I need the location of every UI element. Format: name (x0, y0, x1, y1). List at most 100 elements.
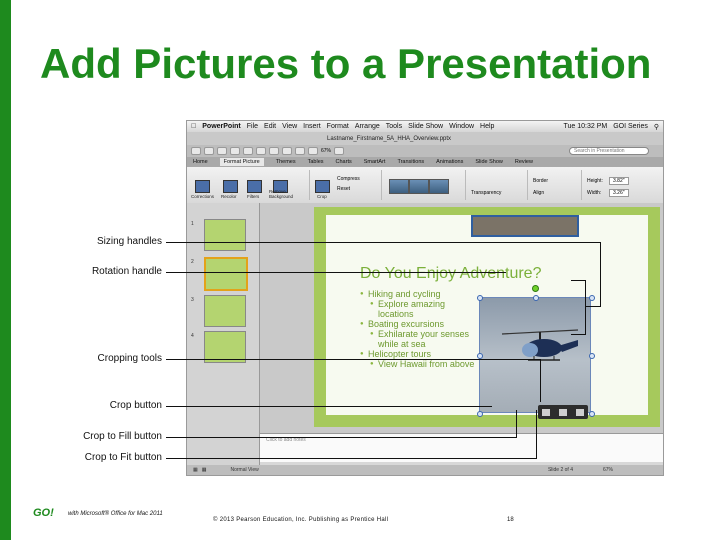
tab-format-picture[interactable]: Format Picture (219, 158, 264, 166)
leader-line (571, 334, 586, 335)
slide-number: 3 (191, 297, 194, 303)
picture-style-1[interactable] (389, 179, 409, 194)
current-slide[interactable]: Do You Enjoy Adventure? Hiking and cycli… (314, 207, 660, 427)
tab-themes[interactable]: Themes (276, 159, 296, 165)
crop-to-fit-button[interactable] (575, 408, 584, 416)
leader-line (516, 410, 517, 438)
callout-crop-button: Crop button (109, 400, 162, 411)
callout-rotation-handle: Rotation handle (91, 266, 162, 277)
powerpoint-screenshot:  PowerPoint File Edit View Insert Forma… (186, 120, 664, 476)
slide-thumbnail-1[interactable] (204, 219, 246, 251)
menu-slide-show[interactable]: Slide Show (408, 123, 443, 130)
helicopter-picture[interactable] (479, 297, 591, 413)
print-icon[interactable] (230, 147, 240, 155)
corrections-label: Corrections (191, 194, 215, 199)
insert-shape-icon[interactable] (295, 147, 305, 155)
height-field[interactable]: 3.82" (609, 177, 629, 185)
picture-style-3[interactable] (429, 179, 449, 194)
tab-transitions[interactable]: Transitions (397, 159, 424, 165)
align-button[interactable]: Align (533, 190, 544, 196)
zoom-level[interactable]: 67% (603, 467, 613, 473)
tab-slide-show[interactable]: Slide Show (475, 159, 503, 165)
transparency-label[interactable]: Transparency (471, 190, 501, 196)
slide-heading[interactable]: Do You Enjoy Adventure? (360, 265, 541, 283)
menu-help[interactable]: Help (480, 123, 494, 130)
menu-tools[interactable]: Tools (386, 123, 402, 130)
menu-window[interactable]: Window (449, 123, 474, 130)
menu-format[interactable]: Format (327, 123, 349, 130)
width-label: Width: (587, 190, 602, 196)
leader-line (166, 458, 536, 459)
open-icon[interactable] (204, 147, 214, 155)
corrections-icon[interactable] (195, 180, 210, 193)
help-icon[interactable] (334, 147, 345, 155)
picture-style-2[interactable] (409, 179, 429, 194)
bullet-item: Hiking and cycling (360, 289, 480, 299)
undo-icon[interactable] (243, 147, 253, 155)
redo-icon[interactable] (256, 147, 266, 155)
mac-menubar:  PowerPoint File Edit View Insert Forma… (187, 121, 663, 132)
tab-tables[interactable]: Tables (308, 159, 324, 165)
reset-button[interactable]: Reset (337, 186, 350, 192)
menu-edit[interactable]: Edit (264, 123, 276, 130)
zoom-select[interactable]: 67% (321, 148, 331, 154)
leader-line (166, 437, 516, 438)
tab-animations[interactable]: Animations (436, 159, 463, 165)
callout-crop-to-fill: Crop to Fill button (83, 431, 162, 442)
bullet-item: Boating excursions (360, 319, 480, 329)
apple-icon[interactable]:  (191, 123, 196, 130)
standard-toolbar: 67% Search in Presentation (187, 145, 663, 157)
menubar-user[interactable]: GOI Series (613, 123, 648, 131)
border-button[interactable]: Border (533, 178, 548, 184)
menu-app-name[interactable]: PowerPoint (202, 123, 241, 130)
sizing-handle-bottom-left[interactable] (477, 411, 483, 417)
cropping-tools (538, 405, 588, 419)
slide-thumbnail-2[interactable] (204, 257, 248, 291)
sizing-handle-top-left[interactable] (477, 295, 483, 301)
save-icon[interactable] (217, 147, 227, 155)
filters-icon[interactable] (247, 180, 262, 193)
sizing-handle-right[interactable] (589, 353, 595, 359)
tab-home[interactable]: Home (193, 159, 208, 165)
rotation-handle[interactable] (532, 285, 539, 292)
crop-button[interactable] (542, 408, 551, 416)
insert-picture-icon[interactable] (282, 147, 292, 155)
footer-series-text: with Microsoft® Office for Mac 2011 (68, 511, 163, 517)
leader-line (536, 410, 537, 459)
tab-review[interactable]: Review (515, 159, 533, 165)
sizing-handle-top-right[interactable] (589, 295, 595, 301)
slide-header-image[interactable] (471, 215, 579, 237)
leader-line (571, 280, 586, 281)
insert-table-icon[interactable] (269, 147, 279, 155)
sizing-handle-top[interactable] (533, 295, 539, 301)
sizing-handle-bottom-right[interactable] (589, 411, 595, 417)
normal-view-icon[interactable]: ▦ (193, 467, 198, 473)
media-browser-icon[interactable] (308, 147, 318, 155)
leader-line (585, 280, 586, 334)
footer-copyright: © 2013 Pearson Education, Inc. Publishin… (213, 517, 389, 523)
spotlight-icon[interactable]: ⚲ (654, 123, 659, 131)
bullet-list[interactable]: Hiking and cycling Explore amazing locat… (360, 289, 480, 369)
leader-line (166, 359, 540, 360)
slide-number: 4 (191, 333, 194, 339)
crop-icon[interactable] (315, 180, 330, 193)
search-input[interactable]: Search in Presentation (569, 147, 649, 155)
menu-insert[interactable]: Insert (303, 123, 321, 130)
leader-line (540, 359, 541, 402)
new-icon[interactable] (191, 147, 201, 155)
menu-arrange[interactable]: Arrange (355, 123, 380, 130)
recolor-icon[interactable] (223, 180, 238, 193)
slide-editor: Do You Enjoy Adventure? Hiking and cycli… (260, 203, 663, 433)
menu-file[interactable]: File (247, 123, 258, 130)
slide-sorter-icon[interactable]: ▦ (202, 467, 207, 473)
width-field[interactable]: 3.26" (609, 189, 629, 197)
menu-view[interactable]: View (282, 123, 297, 130)
tab-smartart[interactable]: SmartArt (364, 159, 386, 165)
crop-to-fill-button[interactable] (558, 408, 567, 416)
slide-thumbnail-3[interactable] (204, 295, 246, 327)
tab-charts[interactable]: Charts (336, 159, 352, 165)
ribbon-group-picture-styles (383, 170, 466, 200)
compress-button[interactable]: Compress (337, 176, 360, 182)
filters-label: Filters (247, 194, 260, 199)
leader-line (585, 306, 601, 307)
